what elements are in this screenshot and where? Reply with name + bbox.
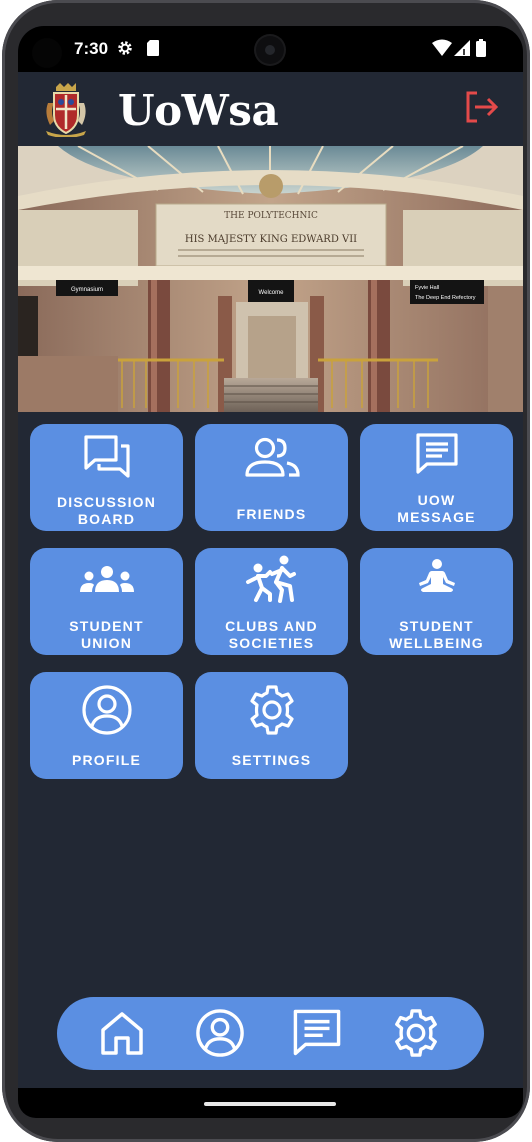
tile-label: PROFILE <box>71 752 142 768</box>
tile-clubs-and-societies[interactable]: CLUBS AND SOCIETIES <box>195 548 348 655</box>
hero-sign-fyvie-hall: Fyvie Hall <box>415 285 439 291</box>
university-crest-logo <box>42 81 90 138</box>
logout-icon <box>466 91 499 123</box>
tile-label: SETTINGS <box>231 752 312 768</box>
tile-discussion-board[interactable]: DISCUSSION BOARD <box>30 424 183 531</box>
tile-student-union[interactable]: STUDENT UNION <box>30 548 183 655</box>
tile-friends[interactable]: FRIENDS <box>195 424 348 531</box>
tile-uow-message[interactable]: UOW MESSAGE <box>360 424 513 531</box>
sd-card-icon <box>146 39 160 62</box>
phone-frame: 7:30 UoWsa THE POLYTECHNIC HIS MAJESTY K… <box>2 0 530 1142</box>
bottom-navigation <box>57 997 484 1070</box>
profile-icon <box>30 684 183 736</box>
signal-icon <box>454 39 470 62</box>
status-time: 7:30 <box>74 39 109 58</box>
hero-sign-gymnasium: Gymnasium <box>71 287 103 293</box>
tile-settings[interactable]: SETTINGS <box>195 672 348 779</box>
tile-label: CLUBS AND SOCIETIES <box>225 618 318 651</box>
battery-icon <box>476 39 486 62</box>
tile-label: UOW MESSAGE <box>397 492 476 525</box>
tile-label: FRIENDS <box>236 506 307 522</box>
profile-icon <box>196 1009 244 1057</box>
settings-icon <box>116 39 134 62</box>
nav-home-button[interactable] <box>96 1007 148 1059</box>
status-bar: 7:30 <box>18 26 523 72</box>
group-icon <box>30 564 183 594</box>
nav-settings-button[interactable] <box>390 1007 442 1059</box>
tile-label: STUDENT UNION <box>69 618 144 651</box>
meditation-icon <box>360 558 513 598</box>
tile-label: STUDENT WELLBEING <box>389 618 484 651</box>
gear-icon <box>395 1009 437 1057</box>
front-camera <box>256 36 284 64</box>
wifi-icon <box>432 39 452 62</box>
home-icon <box>101 1012 143 1055</box>
sports-icon <box>195 554 348 604</box>
hero-sign-polytechnic: THE POLYTECHNIC <box>224 211 318 221</box>
app-title: UoWsa <box>118 86 279 135</box>
discussion-icon <box>30 434 183 480</box>
tile-profile[interactable]: PROFILE <box>30 672 183 779</box>
app-bar: UoWsa <box>18 72 523 146</box>
logout-button[interactable] <box>460 86 502 128</box>
tile-student-wellbeing[interactable]: STUDENT WELLBEING <box>360 548 513 655</box>
nav-messages-button[interactable] <box>291 1007 343 1059</box>
home-gesture-handle[interactable] <box>204 1102 336 1106</box>
hero-sign-welcome: Welcome <box>259 290 285 296</box>
message-icon <box>360 432 513 476</box>
hero-image: THE POLYTECHNIC HIS MAJESTY KING EDWARD … <box>18 146 523 412</box>
chat-icon <box>293 1009 341 1056</box>
tile-label: DISCUSSION BOARD <box>56 494 157 527</box>
hero-sign-refectory: The Deep End Refectory <box>415 295 476 301</box>
screen: 7:30 UoWsa THE POLYTECHNIC HIS MAJESTY K… <box>18 26 523 1118</box>
nav-profile-button[interactable] <box>194 1007 246 1059</box>
hero-inscription: HIS MAJESTY KING EDWARD VII <box>185 234 357 245</box>
camera-cutout <box>32 38 62 68</box>
gear-icon <box>195 684 348 736</box>
friends-icon <box>195 436 348 478</box>
